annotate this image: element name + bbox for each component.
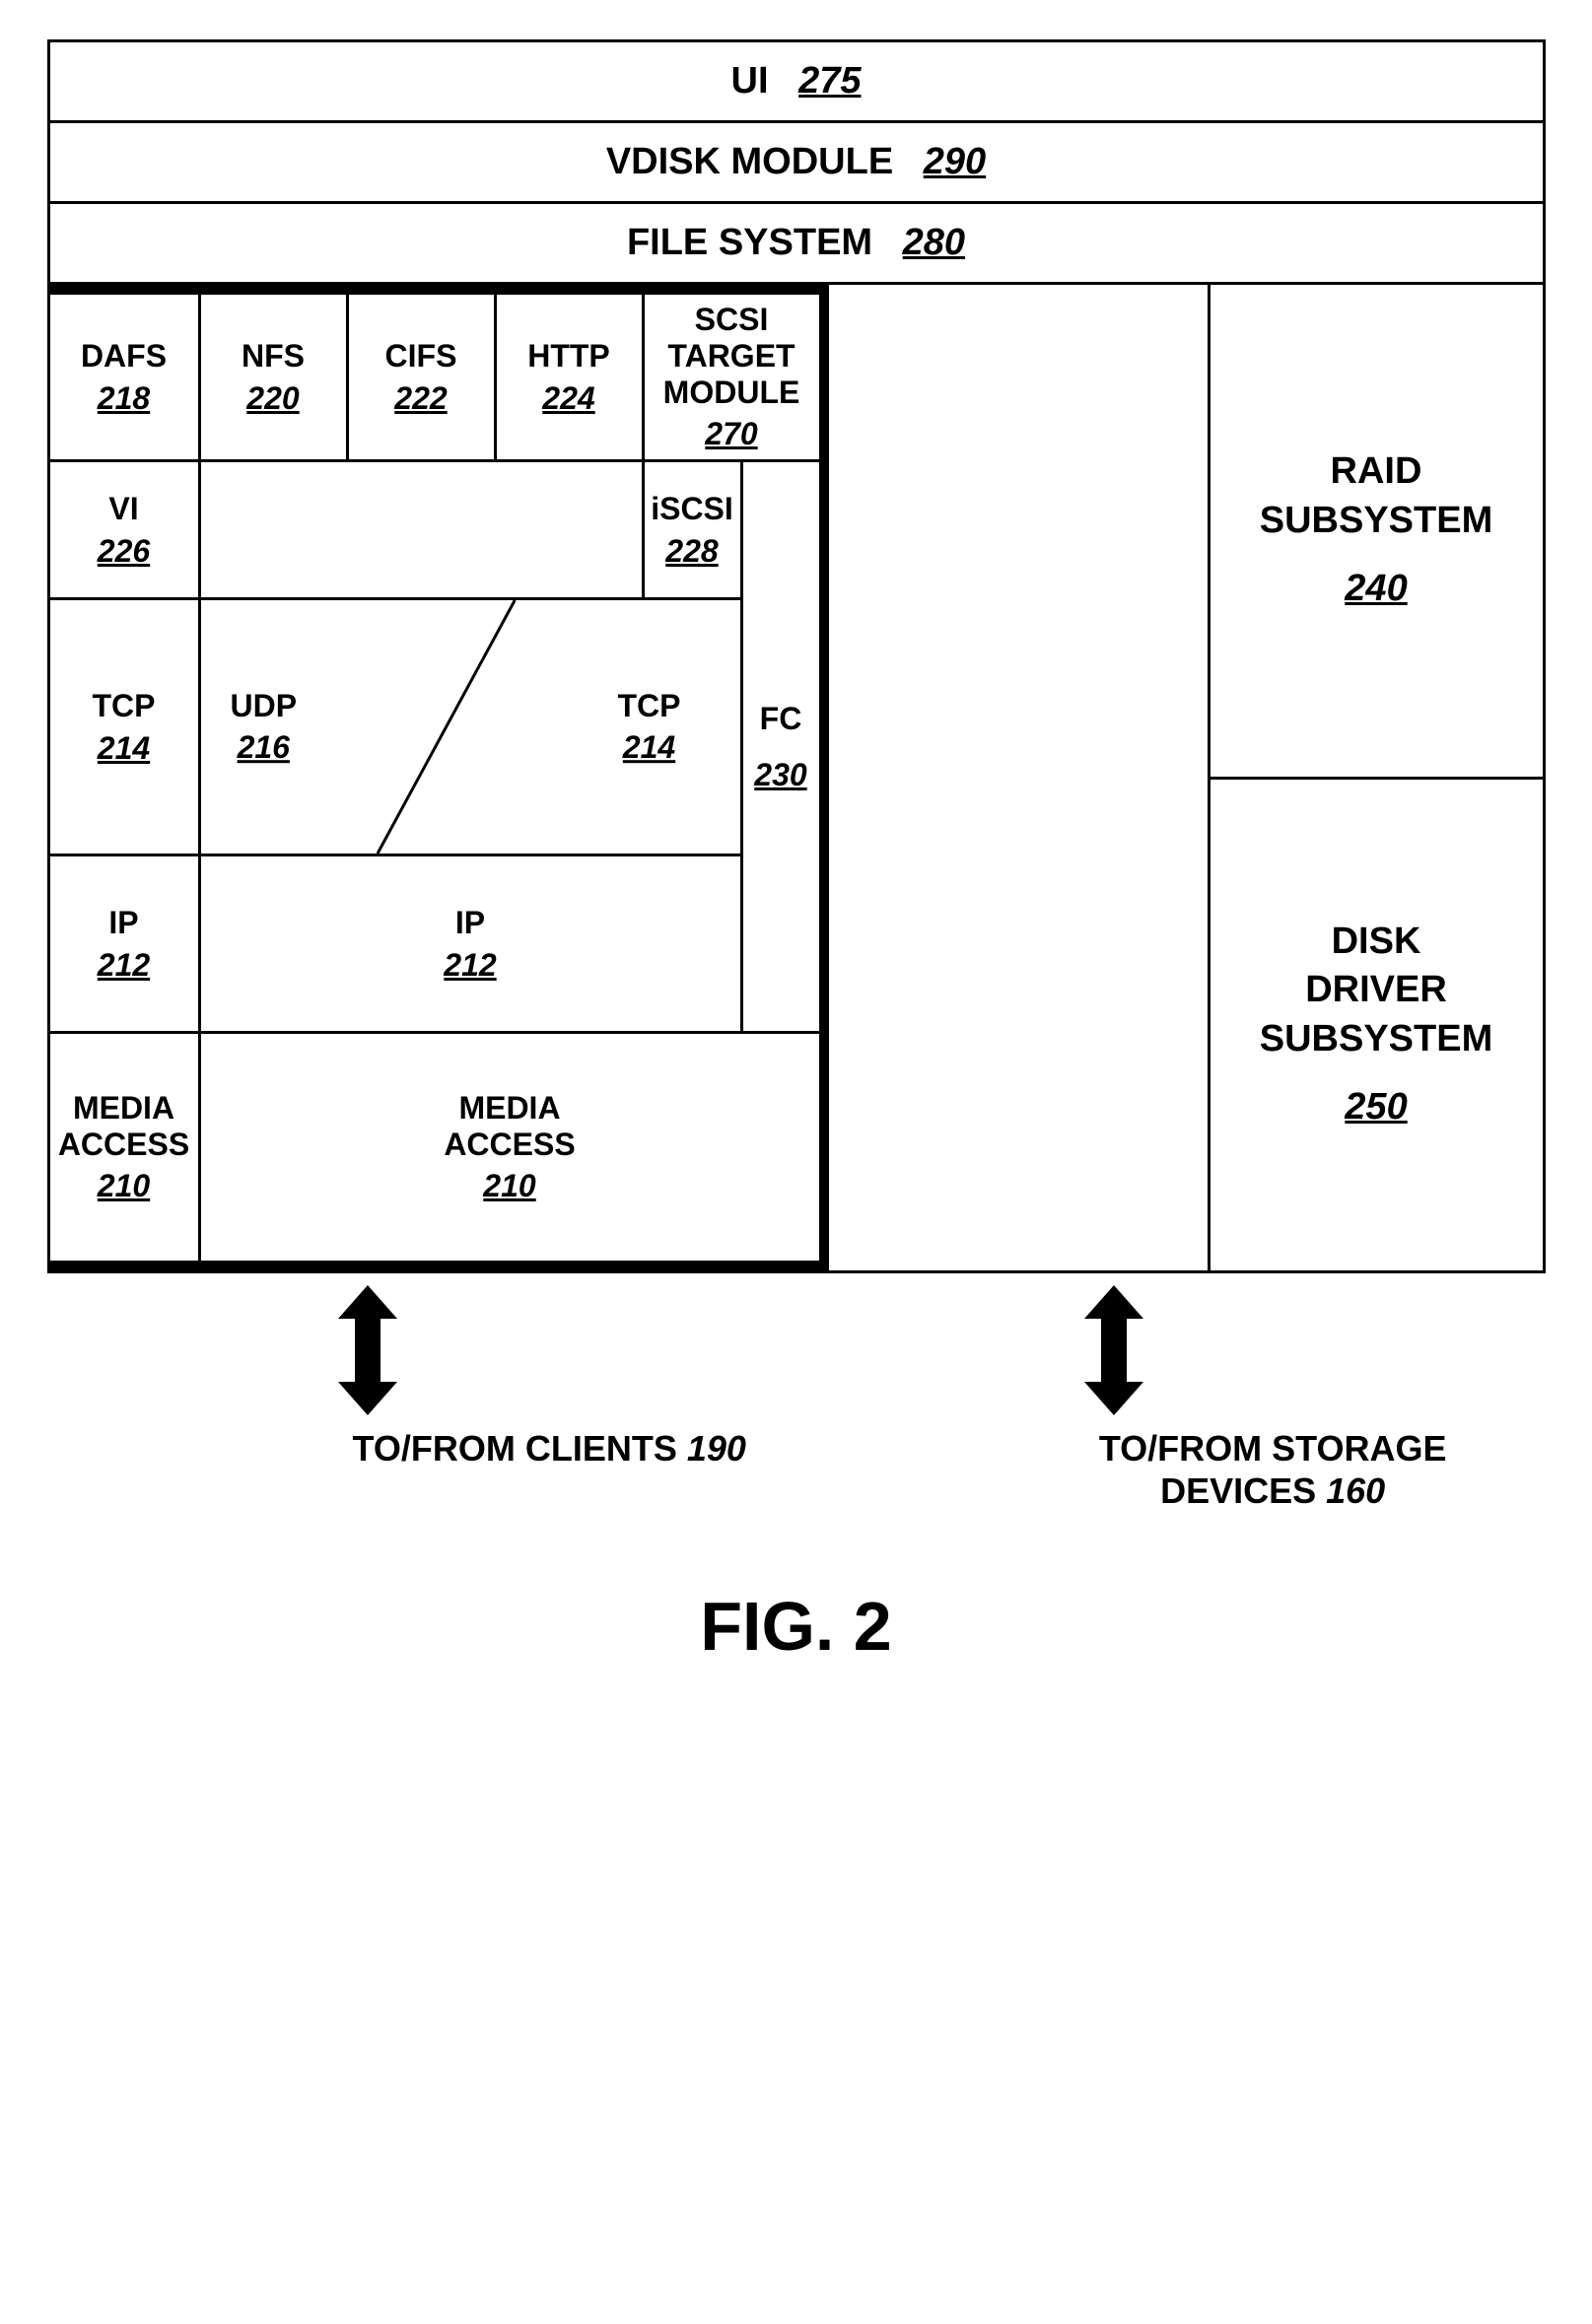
media-right-box: MEDIA ACCESS 210 xyxy=(198,1034,819,1261)
storage-arrow-label: TO/FROM STORAGE DEVICES 160 xyxy=(1099,1427,1447,1512)
blank-row2 xyxy=(198,462,642,600)
storage-stack: RAID SUBSYSTEM 240 DISK DRIVER SUBSYSTEM… xyxy=(1208,285,1543,1270)
fc-box: FC 230 xyxy=(740,462,819,1034)
fs-label: FILE SYSTEM xyxy=(627,222,872,264)
center-gap xyxy=(829,285,1208,1270)
ui-layer: UI 275 xyxy=(47,39,1546,120)
udp-tcp-box: UDP 216 TCP 214 xyxy=(198,600,740,856)
vdisk-ref: 290 xyxy=(924,141,986,182)
ip-left-box: IP 212 xyxy=(50,856,198,1034)
vdisk-layer: VDISK MODULE 290 xyxy=(47,120,1546,201)
nfs-box: NFS 220 xyxy=(198,295,346,462)
dafs-box: DAFS 218 xyxy=(50,295,198,462)
double-arrow-icon xyxy=(353,1291,382,1409)
scsi-target-box: SCSI TARGET MODULE 270 xyxy=(642,295,819,462)
double-arrow-icon xyxy=(1099,1291,1129,1409)
diagram-container: UI 275 VDISK MODULE 290 FILE SYSTEM 280 … xyxy=(47,39,1546,1666)
vi-box: VI 226 xyxy=(50,462,198,600)
udp-label-group: UDP 216 xyxy=(231,688,298,767)
tcp-left-box: TCP 214 xyxy=(50,600,198,856)
figure-caption: FIG. 2 xyxy=(47,1587,1546,1666)
top-rows: UI 275 VDISK MODULE 290 FILE SYSTEM 280 xyxy=(47,39,1546,285)
disk-driver-box: DISK DRIVER SUBSYSTEM 250 xyxy=(1211,780,1543,1271)
tcp-mid-label-group: TCP 214 xyxy=(618,688,681,767)
network-stack: DAFS 218 NFS 220 CIFS 222 HTTP 224 SCSI … xyxy=(50,285,829,1270)
fs-ref: 280 xyxy=(903,222,965,263)
http-box: HTTP 224 xyxy=(494,295,642,462)
main-area: DAFS 218 NFS 220 CIFS 222 HTTP 224 SCSI … xyxy=(47,285,1546,1273)
iscsi-box: iSCSI 228 xyxy=(642,462,740,600)
vdisk-label: VDISK MODULE xyxy=(606,141,893,183)
ui-ref: 275 xyxy=(798,60,861,102)
fs-layer: FILE SYSTEM 280 xyxy=(47,201,1546,285)
ui-label: UI xyxy=(731,60,769,103)
ip-right-box: IP 212 xyxy=(198,856,740,1034)
clients-arrow: TO/FROM CLIENTS 190 xyxy=(353,1291,746,1470)
clients-arrow-label: TO/FROM CLIENTS 190 xyxy=(353,1427,746,1470)
cifs-box: CIFS 222 xyxy=(346,295,494,462)
storage-arrow: TO/FROM STORAGE DEVICES 160 xyxy=(1099,1291,1447,1512)
media-left-box: MEDIA ACCESS 210 xyxy=(50,1034,198,1261)
raid-box: RAID SUBSYSTEM 240 xyxy=(1211,285,1543,780)
